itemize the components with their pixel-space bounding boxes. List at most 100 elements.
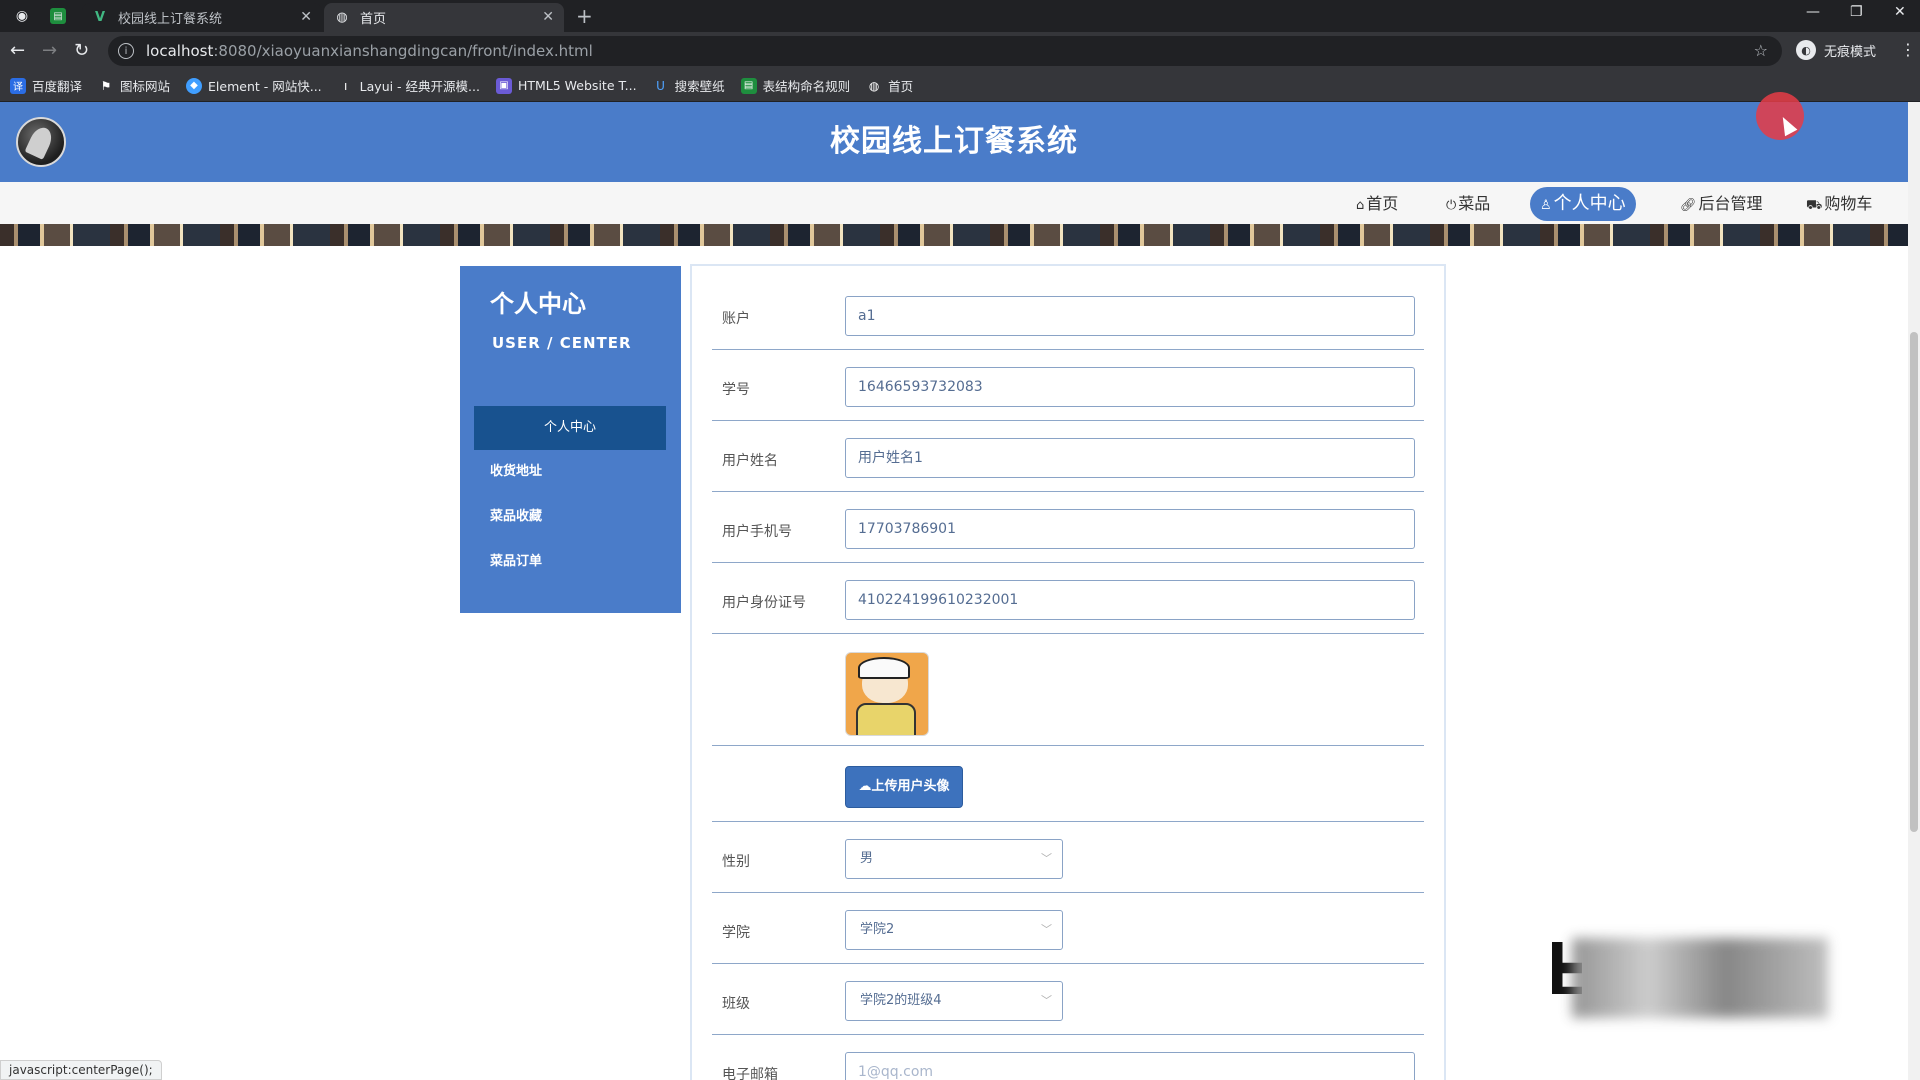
click-highlight (1756, 92, 1804, 140)
bookmark-item[interactable]: ⚑ 图标网站 (98, 76, 170, 95)
cart-icon: ⛟ (1806, 198, 1823, 213)
flag-icon: ⚑ (100, 78, 112, 93)
restore-icon[interactable]: ❐ (1850, 4, 1863, 20)
nav-user-center[interactable]: ♙ 个人中心 (1530, 187, 1636, 221)
sidebar-item-orders[interactable]: 菜品订单 (474, 540, 666, 584)
layui-icon: ı (344, 78, 348, 93)
name-input[interactable]: 用户姓名1 (845, 438, 1415, 478)
field-label: 学院 (722, 925, 750, 941)
field-label: 电子邮箱 (722, 1067, 778, 1080)
bookmark-star-icon[interactable]: ☆ (1754, 41, 1768, 60)
site-header: 校园线上订餐系统 (0, 102, 1908, 182)
id-card-input[interactable]: 410224199610232001 (845, 580, 1415, 620)
sidebar-item-user-center[interactable]: 个人中心 (474, 406, 666, 450)
sidebar-item-address[interactable]: 收货地址 (474, 450, 666, 494)
field-label: 班级 (722, 996, 750, 1012)
form-row-phone: 用户手机号 17703786901 (712, 492, 1424, 563)
url-input[interactable]: i localhost:8080/xiaoyuanxianshangdingca… (108, 36, 1782, 66)
close-window-icon[interactable]: ✕ (1894, 4, 1906, 20)
avatar-hat (858, 657, 910, 679)
chevron-down-icon: ﹀ (1041, 994, 1052, 1007)
address-bar: ← → ↻ i localhost:8080/xiaoyuanxianshang… (0, 32, 1920, 70)
account-input[interactable]: a1 (845, 296, 1415, 336)
scrollbar-thumb[interactable] (1910, 332, 1918, 832)
tab-title: 首页 (360, 12, 387, 27)
tab-title: 校园线上订餐系统 (118, 12, 223, 27)
field-label: 学号 (722, 382, 750, 398)
field-label: 用户姓名 (722, 453, 778, 469)
form-row-email: 电子邮箱 1@qq.com (712, 1035, 1424, 1080)
url-path: :8080/xiaoyuanxianshangdingcan/front/ind… (213, 42, 593, 60)
field-label: 用户手机号 (722, 524, 792, 540)
gender-select[interactable]: 男 ﹀ (845, 839, 1063, 879)
page-scrollbar[interactable] (1908, 102, 1920, 1080)
back-icon[interactable]: ← (10, 40, 25, 61)
link-icon: 🔗︎ (1680, 198, 1697, 213)
bookmark-item[interactable]: ▤ 表结构命名规则 (740, 76, 850, 95)
tab-home[interactable]: ◍ 首页 ✕ (324, 3, 564, 32)
translate-icon: 译 (10, 77, 26, 94)
close-icon[interactable]: ✕ (542, 9, 554, 25)
sidebar-item-favorites[interactable]: 菜品收藏 (474, 495, 666, 539)
top-nav: ⌂ 首页 ⏻ 菜品 ♙ 个人中心 🔗︎ 后台管理 ⛟ 购物车 (0, 182, 1908, 224)
field-label: 用户身份证号 (722, 595, 806, 611)
profile-form: 账户 a1 学号 16466593732083 用户姓名 用户姓名1 用户手机号… (690, 264, 1446, 1080)
info-icon[interactable]: i (118, 43, 134, 59)
new-tab-icon[interactable]: + (576, 4, 593, 28)
form-row-account: 账户 a1 (712, 266, 1424, 350)
site-title: 校园线上订餐系统 (830, 124, 1078, 159)
sheet-icon: ▤ (740, 77, 757, 94)
bookmark-item[interactable]: ▣ HTML5 Website T... (495, 77, 637, 94)
form-row-avatar (712, 634, 1424, 746)
bookmark-item[interactable]: ◍ 首页 (866, 76, 913, 95)
avatar-body (856, 703, 916, 735)
nav-dishes[interactable]: ⏻ 菜品 (1436, 187, 1500, 221)
user-icon: ♙ (1540, 198, 1552, 213)
sidebar-title: 个人中心 (490, 290, 586, 318)
form-row-gender: 性别 男 ﹀ (712, 822, 1424, 893)
blurred-watermark (1572, 938, 1828, 1018)
bookmark-item[interactable]: ı Layui - 经典开源模... (338, 76, 480, 95)
minimize-icon[interactable]: — (1806, 4, 1820, 20)
close-icon[interactable]: ✕ (300, 9, 312, 25)
chevron-down-icon: ﹀ (1041, 923, 1052, 936)
html5-icon: ▣ (495, 77, 512, 94)
status-bar: javascript:centerPage(); (0, 1060, 162, 1080)
incognito-indicator[interactable]: ◐ 无痕模式 (1796, 40, 1876, 60)
banner-image (0, 224, 1908, 246)
page-viewport: 校园线上订餐系统 ⌂ 首页 ⏻ 菜品 ♙ 个人中心 🔗︎ 后台管理 ⛟ 购物车 个人中心 … (0, 102, 1908, 1080)
bookmark-item[interactable]: ◆ Element - 网站快... (186, 76, 322, 95)
phone-input[interactable]: 17703786901 (845, 509, 1415, 549)
nav-home[interactable]: ⌂ 首页 (1346, 187, 1408, 221)
upload-avatar-button[interactable]: ☁上传用户头像 (845, 766, 963, 808)
menu-icon[interactable]: ⋮ (1900, 40, 1916, 59)
field-label: 账户 (722, 311, 750, 327)
form-row-college: 学院 学院2 ﹀ (712, 893, 1424, 964)
bookmark-item[interactable]: U 搜索壁纸 (653, 76, 724, 95)
reload-icon[interactable]: ↻ (74, 40, 89, 61)
incognito-label: 无痕模式 (1824, 44, 1877, 60)
college-select[interactable]: 学院2 ﹀ (845, 910, 1063, 950)
home-icon: ⌂ (1356, 198, 1365, 213)
form-row-class: 班级 学院2的班级4 ﹀ (712, 964, 1424, 1035)
student-id-input[interactable]: 16466593732083 (845, 367, 1415, 407)
forward-icon[interactable]: → (42, 40, 57, 61)
user-avatar (845, 652, 929, 736)
vue-icon: V (94, 10, 106, 25)
cloud-upload-icon: ☁ (858, 779, 872, 794)
email-input[interactable]: 1@qq.com (845, 1052, 1415, 1080)
bookmark-item[interactable]: 译百度翻译 (10, 76, 82, 95)
globe-icon: ◍ (336, 10, 348, 25)
class-select[interactable]: 学院2的班级4 ﹀ (845, 981, 1063, 1021)
chrome-globe-icon[interactable]: ◉ (12, 6, 32, 26)
sidebar-subtitle: USER / CENTER (492, 334, 632, 352)
nav-cart[interactable]: ⛟ 购物车 (1796, 187, 1882, 221)
form-row-id-card: 用户身份证号 410224199610232001 (712, 563, 1424, 634)
power-icon: ⏻ (1446, 198, 1457, 213)
bookmarks-bar: 译百度翻译 ⚑ 图标网站 ◆ Element - 网站快... ı Layui - 经… (0, 70, 1920, 102)
pinned-tab-icon[interactable]: ▤ (50, 8, 66, 24)
field-label: 性别 (722, 854, 750, 870)
nav-admin[interactable]: 🔗︎ 后台管理 (1670, 187, 1773, 221)
tab-campus-ordering[interactable]: V 校园线上订餐系统 ✕ (82, 3, 322, 32)
url-host: localhost (146, 42, 214, 60)
